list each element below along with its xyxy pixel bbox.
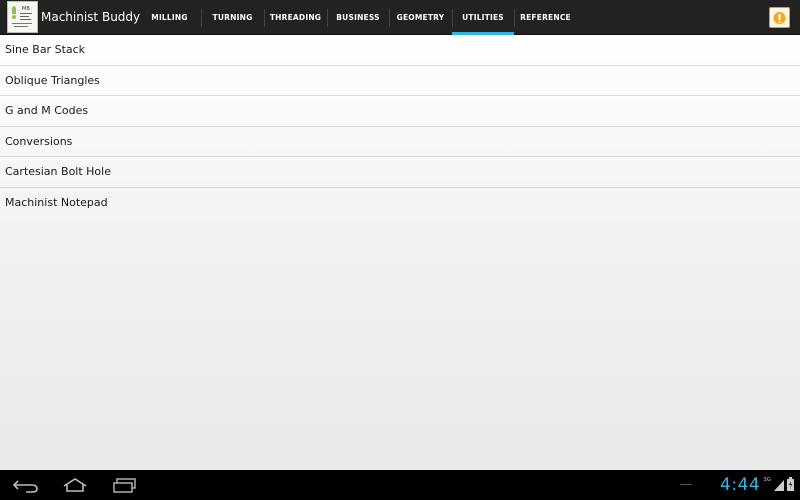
tab-bar: MILLING TURNING THREADING BUSINESS GEOME…: [138, 0, 577, 35]
notification-divider: [680, 484, 692, 485]
list-item-machinist-notepad[interactable]: Machinist Notepad: [0, 188, 800, 219]
tab-business[interactable]: BUSINESS: [327, 0, 389, 35]
list-item-conversions[interactable]: Conversions: [0, 127, 800, 158]
back-icon[interactable]: [12, 476, 40, 494]
tab-utilities[interactable]: UTILITIES: [452, 0, 514, 35]
system-nav-bar: 4:44 3G: [0, 470, 800, 500]
svg-text:MB: MB: [22, 6, 30, 12]
app-icon[interactable]: MB: [7, 1, 38, 33]
action-bar: MB Machinist Buddy MILLING TURNING THREA…: [0, 0, 800, 35]
recent-apps-icon[interactable]: [111, 476, 139, 494]
app-title: Machinist Buddy: [41, 10, 141, 24]
utilities-list: Sine Bar Stack Oblique Triangles G and M…: [0, 35, 800, 470]
tab-threading[interactable]: THREADING: [264, 0, 327, 35]
tab-geometry[interactable]: GEOMETRY: [389, 0, 452, 35]
overflow-menu-icon[interactable]: [769, 7, 790, 28]
status-area[interactable]: 4:44 3G: [720, 470, 794, 500]
battery-icon: [787, 476, 794, 495]
list-item-sine-bar-stack[interactable]: Sine Bar Stack: [0, 35, 800, 66]
list-item-cartesian-bolt-hole[interactable]: Cartesian Bolt Hole: [0, 157, 800, 188]
clock: 4:44: [720, 475, 761, 495]
home-icon[interactable]: [61, 476, 89, 494]
tab-turning[interactable]: TURNING: [201, 0, 264, 35]
tab-milling[interactable]: MILLING: [138, 0, 201, 35]
tab-reference[interactable]: REFERENCE: [514, 0, 577, 35]
list-item-oblique-triangles[interactable]: Oblique Triangles: [0, 66, 800, 97]
list-item-g-and-m-codes[interactable]: G and M Codes: [0, 96, 800, 127]
signal-icon: [774, 476, 784, 495]
network-type: 3G: [763, 477, 771, 483]
